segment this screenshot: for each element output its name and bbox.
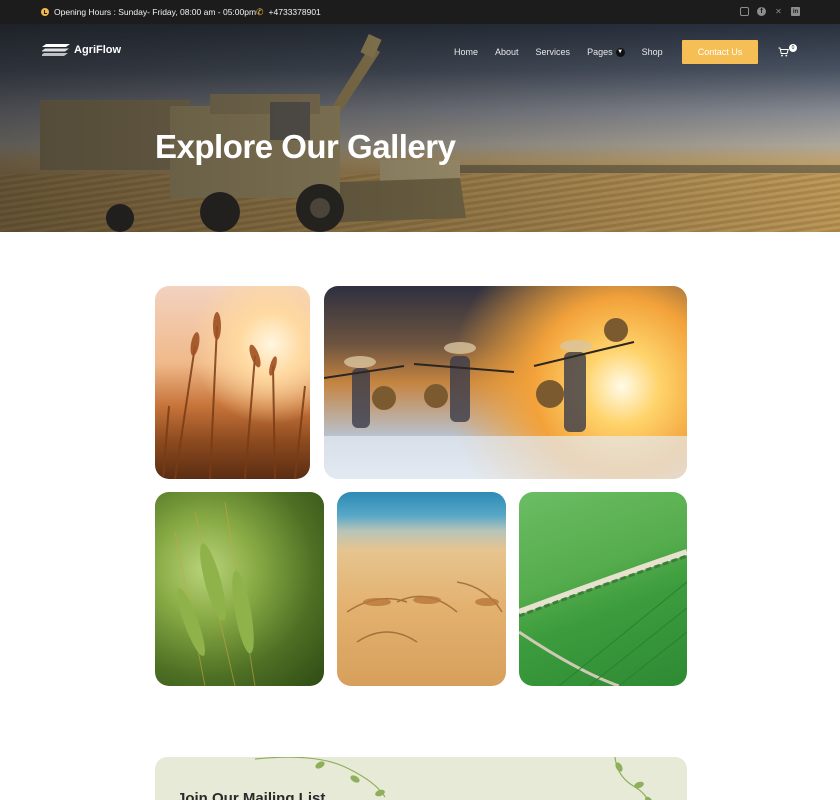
facebook-icon[interactable]: f — [757, 7, 766, 16]
logo-icon — [42, 44, 70, 56]
phone-icon: ✆ — [256, 6, 264, 17]
farmers-harvest-photo[interactable] — [324, 286, 687, 479]
mailing-list-title: Join Our Mailing List — [177, 790, 326, 800]
phone-number[interactable]: +4733378901 — [269, 7, 321, 17]
top-bar: Opening Hours : Sunday- Friday, 08:00 am… — [0, 0, 840, 24]
cart-icon[interactable] — [778, 47, 789, 57]
contact-us-button[interactable]: Contact Us — [682, 40, 758, 64]
chevron-down-icon: ▼ — [615, 47, 625, 57]
x-icon[interactable]: ✕ — [774, 7, 783, 16]
opening-hours-text: Opening Hours : Sunday- Friday, 08:00 am… — [54, 7, 257, 17]
clock-icon — [41, 8, 49, 16]
phone-info[interactable]: ✆ +4733378901 — [256, 0, 321, 24]
instagram-icon[interactable] — [740, 7, 749, 16]
logo[interactable]: AgriFlow — [42, 44, 121, 56]
opening-hours: Opening Hours : Sunday- Friday, 08:00 am… — [41, 0, 256, 24]
green-wheat-photo[interactable] — [155, 492, 324, 686]
green-field-aerial-photo[interactable] — [519, 492, 687, 686]
farmers-silhouettes-art — [324, 318, 687, 479]
page-title: Explore Our Gallery — [155, 128, 456, 165]
vine-decoration-right — [614, 757, 653, 800]
nav-about[interactable]: About — [495, 47, 519, 57]
golden-wheat-photo[interactable] — [337, 492, 506, 686]
social-links: f ✕ in — [740, 7, 800, 16]
nav-pages-label: Pages — [587, 47, 613, 57]
mailing-list-section: Join Our Mailing List — [155, 757, 687, 800]
linkedin-icon[interactable]: in — [791, 7, 800, 16]
nav-services[interactable]: Services — [536, 47, 571, 57]
aerial-field-art — [519, 549, 687, 686]
nav-shop[interactable]: Shop — [642, 47, 663, 57]
main-navigation: AgriFlow Home About Services Pages ▼ Sho… — [0, 24, 840, 80]
golden-wheat-art — [346, 581, 503, 643]
nav-pages[interactable]: Pages ▼ — [587, 47, 625, 57]
wheat-stalks-art — [162, 312, 306, 479]
wheat-sunset-photo[interactable] — [155, 286, 310, 479]
cart-count-badge: 0 — [789, 44, 797, 52]
green-wheat-art — [174, 501, 256, 686]
nav-home[interactable]: Home — [454, 47, 478, 57]
logo-text: AgriFlow — [74, 44, 122, 56]
nav-menu: Home About Services Pages ▼ Shop — [454, 47, 680, 57]
